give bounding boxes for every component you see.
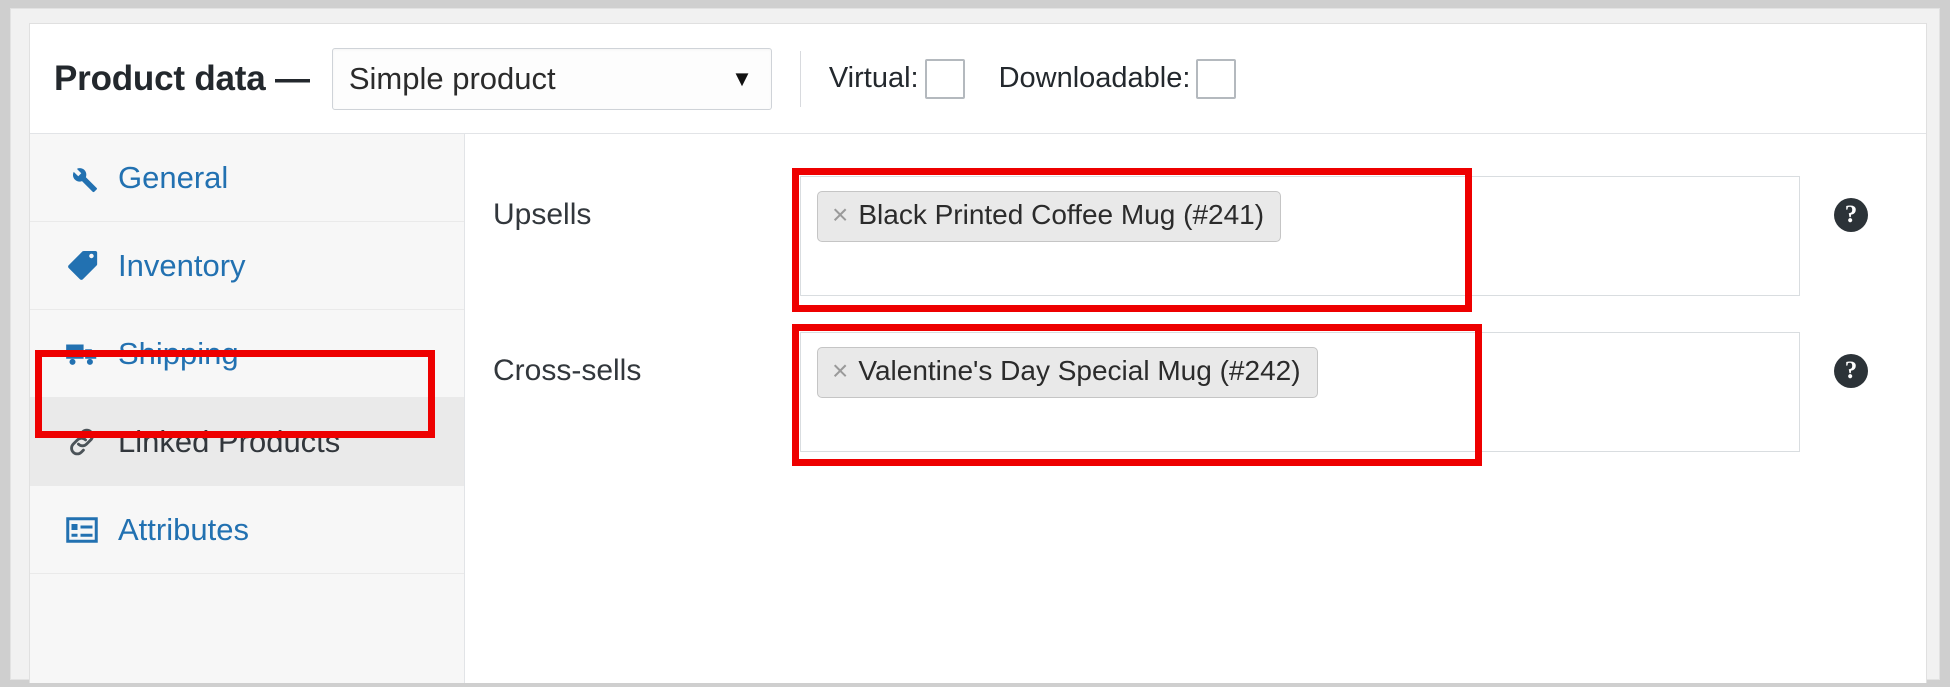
sidebar-item-attributes[interactable]: Attributes bbox=[30, 486, 464, 574]
virtual-checkbox-group[interactable]: Virtual: bbox=[828, 58, 965, 99]
cross-sells-field-row: Cross-sells × Valentine's Day Special Mu… bbox=[465, 324, 1926, 466]
token-label: Black Printed Coffee Mug (#241) bbox=[858, 199, 1265, 230]
upsells-token[interactable]: × Black Printed Coffee Mug (#241) bbox=[817, 191, 1282, 242]
sidebar-item-linked-products[interactable]: Linked Products bbox=[30, 398, 464, 486]
page-title: Product data — bbox=[54, 58, 310, 98]
product-type-select[interactable]: Simple product ▼ bbox=[331, 47, 772, 110]
remove-icon[interactable]: × bbox=[832, 199, 848, 231]
downloadable-checkbox-group[interactable]: Downloadable: bbox=[998, 58, 1237, 99]
link-chain-icon bbox=[62, 422, 102, 462]
chevron-down-icon: ▼ bbox=[731, 65, 753, 91]
product-type-selected-value: Simple product bbox=[348, 60, 556, 96]
help-circle-icon[interactable]: ? bbox=[1834, 198, 1868, 232]
sidebar-item-label: General bbox=[118, 159, 229, 195]
linked-products-panel: Upsells × Black Printed Coffee Mug (#241… bbox=[465, 134, 1926, 683]
sidebar-item-label: Inventory bbox=[118, 247, 246, 283]
token-label: Valentine's Day Special Mug (#242) bbox=[858, 355, 1301, 386]
product-data-tabs: General Inventory Shipping Linked Produc… bbox=[30, 134, 465, 683]
cross-sells-label: Cross-sells bbox=[493, 354, 642, 387]
upsells-input[interactable]: × Black Printed Coffee Mug (#241) bbox=[800, 176, 1800, 296]
help-circle-icon[interactable]: ? bbox=[1834, 354, 1868, 388]
upsells-field-row: Upsells × Black Printed Coffee Mug (#241… bbox=[465, 168, 1926, 312]
sidebar-item-label: Shipping bbox=[118, 335, 239, 371]
cross-sells-token[interactable]: × Valentine's Day Special Mug (#242) bbox=[817, 347, 1318, 398]
truck-icon bbox=[62, 334, 102, 374]
product-data-header: Product data — Simple product ▼ Virtual:… bbox=[30, 24, 1926, 134]
upsells-field-wrap: × Black Printed Coffee Mug (#241) bbox=[792, 168, 1800, 312]
cross-sells-input[interactable]: × Valentine's Day Special Mug (#242) bbox=[800, 332, 1800, 452]
downloadable-checkbox[interactable] bbox=[1196, 58, 1237, 99]
upsells-label: Upsells bbox=[493, 198, 592, 231]
sidebar-item-label: Attributes bbox=[118, 511, 249, 547]
downloadable-label: Downloadable: bbox=[998, 62, 1191, 94]
product-data-panel: Product data — Simple product ▼ Virtual:… bbox=[29, 23, 1927, 683]
virtual-checkbox[interactable] bbox=[924, 58, 965, 99]
product-data-body: General Inventory Shipping Linked Produc… bbox=[30, 134, 1926, 683]
wrench-icon bbox=[62, 158, 102, 198]
remove-icon[interactable]: × bbox=[832, 355, 848, 387]
virtual-label: Virtual: bbox=[828, 62, 919, 94]
sidebar-item-general[interactable]: General bbox=[30, 134, 464, 222]
sidebar-item-shipping[interactable]: Shipping bbox=[30, 310, 464, 398]
sidebar-item-label: Linked Products bbox=[118, 423, 341, 459]
list-view-icon bbox=[62, 510, 102, 550]
outer-frame: Product data — Simple product ▼ Virtual:… bbox=[10, 8, 1940, 683]
cross-sells-field-wrap: × Valentine's Day Special Mug (#242) bbox=[792, 324, 1800, 466]
header-divider bbox=[799, 50, 801, 107]
tag-icon bbox=[62, 246, 102, 286]
sidebar-item-inventory[interactable]: Inventory bbox=[30, 222, 464, 310]
